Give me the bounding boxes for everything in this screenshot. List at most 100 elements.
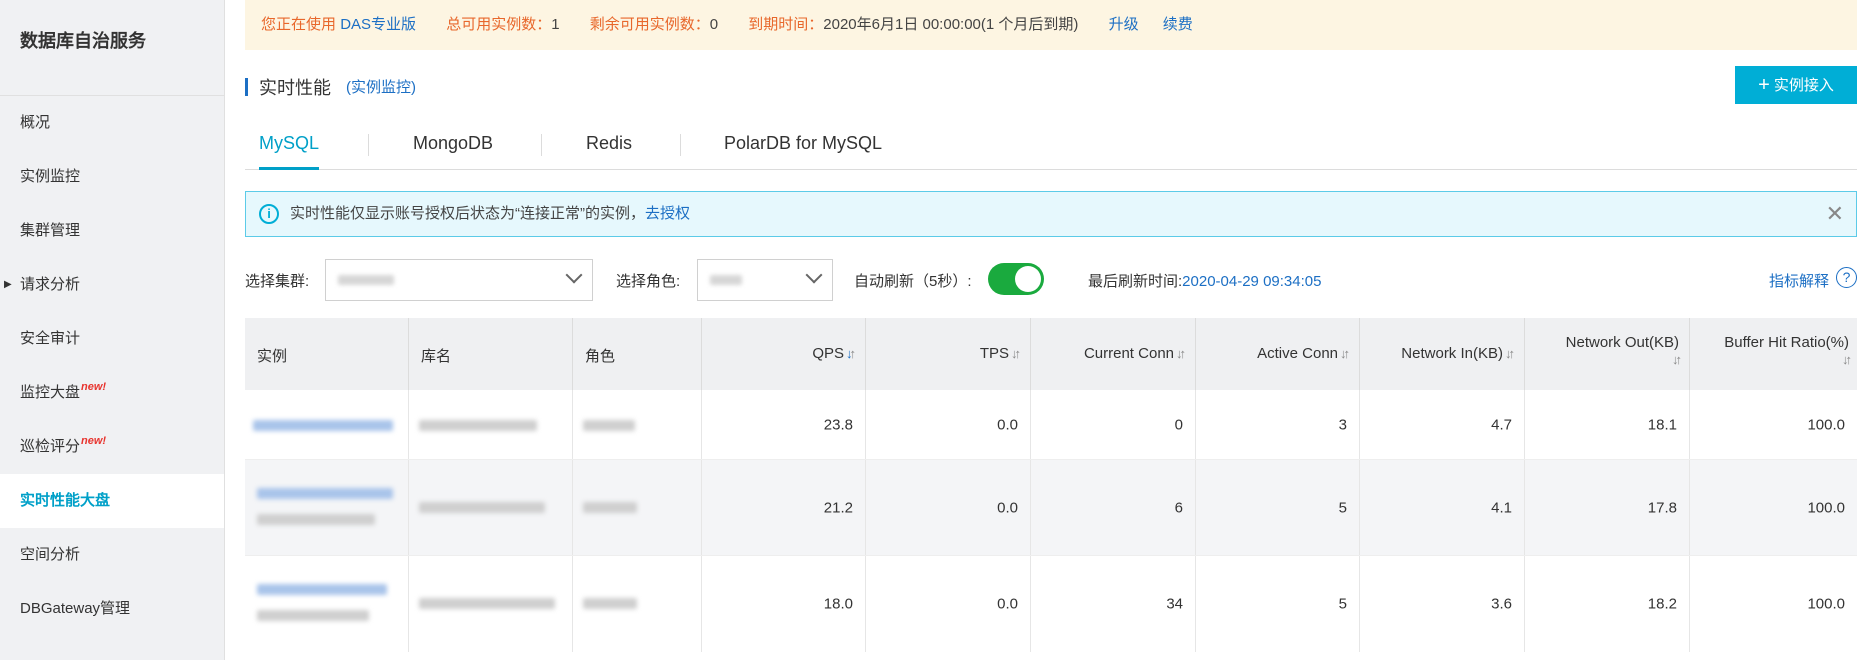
sidebar-item-label: 巡检评分 — [20, 438, 81, 455]
cluster-select[interactable] — [325, 259, 593, 301]
tps-value: 0.0 — [997, 595, 1018, 613]
sidebar-item-request-analysis[interactable]: ▶ 请求分析 — [0, 258, 224, 312]
cell-instance[interactable] — [245, 556, 409, 652]
sidebar-item-label: 集群管理 — [20, 222, 81, 239]
cell-dbname — [409, 390, 573, 459]
blurred-value — [710, 275, 742, 285]
sidebar-item-space-analysis[interactable]: 空间分析 — [0, 528, 224, 582]
tab-polardb-mysql[interactable]: PolarDB for MySQL — [724, 132, 882, 170]
notice-text: 实时性能仅显示账号授权后状态为“连接正常”的实例， — [290, 205, 645, 222]
cell-instance[interactable] — [245, 460, 409, 555]
col-network-out[interactable]: Network Out(KB) ↓↑ — [1525, 318, 1690, 390]
cluster-label: 选择集群: — [245, 273, 310, 290]
cell-network-in: 4.1 — [1360, 460, 1525, 555]
auto-refresh-toggle[interactable] — [988, 263, 1044, 295]
last-refresh: 最后刷新时间:2020-04-29 09:34:05 — [1088, 270, 1321, 291]
close-icon[interactable]: ✕ — [1826, 192, 1844, 236]
caret-right-icon: ▶ — [4, 279, 12, 290]
column-label: 实例 — [257, 348, 288, 365]
table-row[interactable]: 23.8 0.0 0 3 4.7 18.1 100.0 — [245, 390, 1857, 460]
banner-total-label: 总可用实例数： — [446, 16, 552, 33]
banner-using-label: 您正在使用 — [261, 16, 337, 33]
chevron-down-icon — [805, 266, 823, 284]
sidebar-item-label: 概况 — [20, 114, 51, 131]
sort-icon: ↓↑ — [1672, 352, 1682, 367]
col-buffer-hit[interactable]: Buffer Hit Ratio(%) ↓↑ — [1690, 318, 1857, 390]
buffer-hit-value: 100.0 — [1807, 499, 1845, 516]
column-label: 角色 — [585, 348, 616, 365]
tab-redis[interactable]: Redis — [586, 132, 632, 170]
sidebar-item-security-audit[interactable]: 安全审计 — [0, 312, 224, 366]
question-icon[interactable]: ? — [1836, 267, 1857, 288]
col-tps[interactable]: TPS ↓↑ — [866, 318, 1031, 390]
sidebar-item-inspection-score[interactable]: 巡检评分new! — [0, 420, 224, 474]
active-conn-value: 5 — [1338, 499, 1347, 516]
column-label-active-conn: Active Conn ↓↑ — [1257, 345, 1350, 362]
current-conn-value: 34 — [1166, 595, 1183, 613]
role-select[interactable] — [697, 259, 833, 301]
sort-icon: ↓↑ — [1505, 346, 1515, 361]
sidebar-item-dbgateway[interactable]: DBGateway管理 — [0, 582, 224, 636]
page-title: 实时性能 — [259, 78, 331, 98]
blurred-role — [583, 598, 637, 609]
qps-value: 21.2 — [823, 499, 853, 516]
sort-icon: ↓↑ — [846, 346, 856, 361]
renew-link[interactable]: 续费 — [1163, 16, 1193, 33]
col-network-in[interactable]: Network In(KB) ↓↑ — [1360, 318, 1525, 390]
active-conn-value: 3 — [1338, 416, 1347, 433]
col-active-conn[interactable]: Active Conn ↓↑ — [1196, 318, 1360, 390]
tps-value: 0.0 — [997, 416, 1018, 433]
sort-icon: ↓↑ — [1011, 346, 1021, 361]
cell-instance[interactable] — [245, 390, 409, 459]
sort-icon: ↓↑ — [1176, 346, 1186, 361]
sidebar-item-instance-monitor[interactable]: 实例监控 — [0, 150, 224, 204]
toggle-knob — [1015, 266, 1041, 292]
cell-active-conn: 3 — [1196, 390, 1360, 459]
metric-help-link[interactable]: 指标解释 — [1769, 270, 1829, 291]
blurred-instance-id — [257, 514, 375, 525]
sidebar-item-realtime-performance[interactable]: 实时性能大盘 — [0, 474, 224, 528]
cell-network-in: 4.7 — [1360, 390, 1525, 459]
blurred-value — [338, 275, 394, 285]
role-label: 选择角色: — [616, 273, 681, 290]
cell-active-conn: 5 — [1196, 460, 1360, 555]
blurred-instance-id — [257, 488, 393, 499]
cell-buffer-hit: 100.0 — [1690, 390, 1857, 459]
table-row[interactable]: 21.2 0.0 6 5 4.1 17.8 100.0 — [245, 460, 1857, 556]
sort-icon: ↓↑ — [1842, 352, 1852, 367]
network-out-value: 18.1 — [1647, 416, 1677, 433]
sidebar-item-overview[interactable]: 概况 — [0, 96, 224, 150]
column-label-qps: QPS ↓↑ — [812, 345, 856, 362]
col-qps[interactable]: QPS ↓↑ — [702, 318, 866, 390]
qps-value: 23.8 — [823, 416, 853, 433]
tab-mongodb[interactable]: MongoDB — [413, 132, 493, 170]
instance-monitor-link[interactable]: (实例监控) — [346, 76, 416, 97]
sidebar-item-label: 实例监控 — [20, 168, 81, 185]
brand-title: 数据库自治服务 — [0, 0, 224, 96]
blurred-role — [583, 420, 635, 431]
cell-network-out: 17.8 — [1525, 460, 1690, 555]
edition-banner: 您正在使用 DAS专业版 总可用实例数：1 剩余可用实例数：0 到期时间：202… — [245, 0, 1857, 50]
last-refresh-time: 2020-04-29 09:34:05 — [1182, 273, 1322, 290]
cell-current-conn: 6 — [1031, 460, 1196, 555]
table-row[interactable]: 18.0 0.0 34 5 3.6 18.2 100.0 — [245, 556, 1857, 652]
sidebar-item-label: DBGateway管理 — [20, 600, 131, 617]
upgrade-link[interactable]: 升级 — [1109, 16, 1139, 33]
banner-expire-value: 2020年6月1日 00:00:00(1 个月后到期) — [823, 16, 1079, 33]
col-current-conn[interactable]: Current Conn ↓↑ — [1031, 318, 1196, 390]
sidebar-item-cluster-manage[interactable]: 集群管理 — [0, 204, 224, 258]
tab-mysql[interactable]: MySQL — [259, 132, 320, 170]
authorize-link[interactable]: 去授权 — [645, 205, 690, 222]
blurred-instance-id — [253, 420, 393, 431]
page-header: 实时性能 (实例监控) — [245, 66, 1857, 108]
cell-qps: 21.2 — [702, 460, 866, 555]
blurred-dbname — [419, 598, 555, 609]
sidebar-item-monitor-dashboard[interactable]: 监控大盘new! — [0, 366, 224, 420]
cell-dbname — [409, 460, 573, 555]
add-instance-button[interactable]: + 实例接入 — [1735, 66, 1857, 104]
banner-remain-label: 剩余可用实例数： — [589, 16, 710, 33]
cell-network-out: 18.1 — [1525, 390, 1690, 459]
column-label-network-out: Network Out(KB) ↓↑ — [1565, 334, 1682, 367]
auto-refresh-label: 自动刷新（5秒）: — [854, 273, 972, 290]
cell-qps: 23.8 — [702, 390, 866, 459]
